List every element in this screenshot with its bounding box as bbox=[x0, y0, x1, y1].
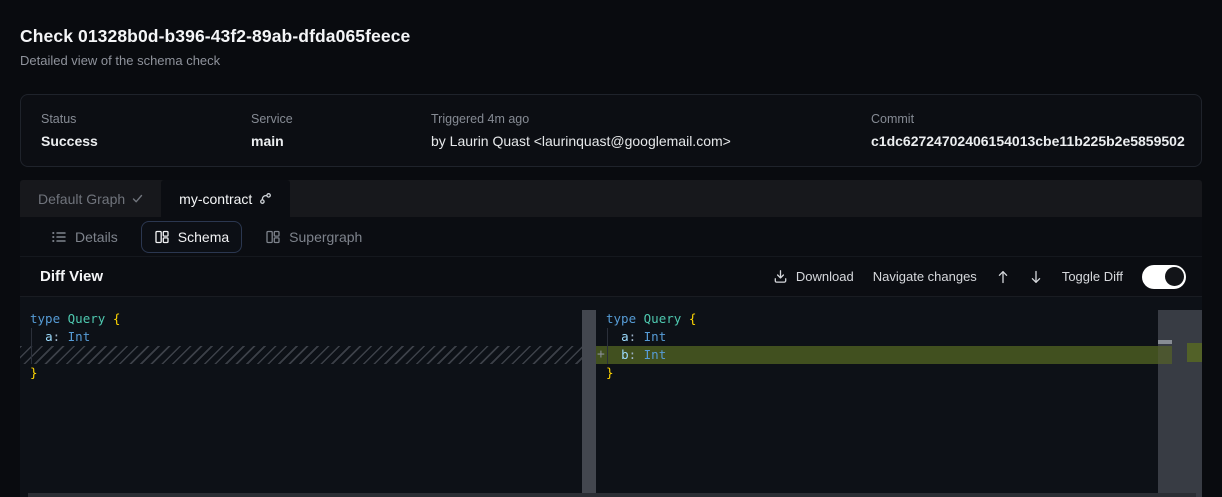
tab-my-contract-label: my-contract bbox=[179, 191, 252, 207]
check-detail-panel: Default Graph my-contract bbox=[20, 180, 1202, 497]
navigate-changes-label: Navigate changes bbox=[873, 269, 977, 284]
diff-added-plus-sign: + bbox=[597, 346, 615, 364]
subtab-supergraph-label: Supergraph bbox=[289, 229, 362, 245]
code-before: type Query { a: Int} bbox=[20, 297, 582, 382]
service-field: Service main bbox=[251, 112, 431, 149]
diff-view-header: Diff View Download Navigate changes bbox=[20, 257, 1202, 297]
diff-view-title: Diff View bbox=[40, 268, 103, 285]
added-change-overview-marker bbox=[1187, 343, 1202, 362]
code-line: } bbox=[606, 364, 1158, 382]
code-after: type Query { a: Int b: Int} bbox=[596, 297, 1158, 382]
code-line: a: Int bbox=[606, 328, 1158, 346]
columns-icon bbox=[265, 229, 281, 245]
check-icon bbox=[132, 193, 143, 204]
diff-pane-before[interactable]: type Query { a: Int} bbox=[20, 297, 582, 497]
schema-diff-editor: type Query { a: Int} + type Query { a: I… bbox=[20, 297, 1202, 497]
check-meta-card: Status Success Service main Triggered 4m… bbox=[20, 94, 1202, 167]
subtab-details[interactable]: Details bbox=[38, 221, 131, 253]
diff-toolbar: Download Navigate changes bbox=[773, 265, 1186, 289]
horizontal-scrollbar[interactable] bbox=[28, 493, 1196, 497]
page-header: Check 01328b0d-b396-43f2-89ab-dfda065fee… bbox=[0, 0, 1222, 68]
page-subtitle: Detailed view of the schema check bbox=[20, 53, 1202, 68]
service-label: Service bbox=[251, 112, 431, 126]
right-pane-scroll-area[interactable] bbox=[1158, 310, 1202, 497]
fork-icon bbox=[259, 192, 272, 205]
tab-default-graph[interactable]: Default Graph bbox=[20, 180, 161, 217]
triggered-field: Triggered 4m ago by Laurin Quast <laurin… bbox=[431, 112, 871, 149]
graph-tabstrip: Default Graph my-contract bbox=[20, 180, 1202, 217]
subtab-supergraph[interactable]: Supergraph bbox=[252, 221, 375, 253]
tab-default-graph-label: Default Graph bbox=[38, 191, 125, 207]
code-line: a: Int bbox=[30, 328, 582, 346]
status-field: Status Success bbox=[41, 112, 251, 149]
triggered-label: Triggered 4m ago bbox=[431, 112, 871, 126]
previous-change-button[interactable] bbox=[996, 269, 1010, 285]
next-change-button[interactable] bbox=[1029, 269, 1043, 285]
download-button-label: Download bbox=[796, 269, 854, 284]
download-icon bbox=[773, 269, 788, 284]
commit-value: c1dc62724702406154013cbe11b225b2e5859502 bbox=[871, 133, 1185, 149]
toggle-diff-switch[interactable] bbox=[1142, 265, 1186, 289]
subtab-schema[interactable]: Schema bbox=[141, 221, 242, 253]
columns-icon bbox=[154, 229, 170, 245]
schema-check-page: Check 01328b0d-b396-43f2-89ab-dfda065fee… bbox=[0, 0, 1222, 497]
added-line-scroll-tint bbox=[1158, 346, 1172, 364]
list-icon bbox=[51, 229, 67, 245]
subtab-schema-label: Schema bbox=[178, 229, 229, 245]
code-line: type Query { bbox=[606, 310, 1158, 328]
toggle-diff-knob bbox=[1165, 267, 1184, 286]
arrow-up-icon bbox=[996, 269, 1010, 285]
arrow-down-icon bbox=[1029, 269, 1043, 285]
view-subtabs: Details Schema Supergraph bbox=[20, 217, 1202, 257]
code-line: type Query { bbox=[30, 310, 582, 328]
triggered-value: by Laurin Quast <laurinquast@googlemail.… bbox=[431, 133, 871, 149]
service-value: main bbox=[251, 133, 431, 149]
indent-guide bbox=[31, 328, 32, 364]
status-label: Status bbox=[41, 112, 251, 126]
code-line: } bbox=[30, 364, 582, 382]
commit-field: Commit c1dc62724702406154013cbe11b225b2e… bbox=[871, 112, 1185, 149]
scrollbar-thumb[interactable] bbox=[1158, 340, 1172, 344]
diff-added-line: b: Int bbox=[596, 346, 1158, 364]
status-value: Success bbox=[41, 133, 251, 149]
diff-placeholder-row bbox=[20, 346, 582, 364]
download-button[interactable]: Download bbox=[773, 269, 854, 284]
subtab-details-label: Details bbox=[75, 229, 118, 245]
left-pane-scrollbar[interactable] bbox=[582, 310, 596, 497]
tab-my-contract[interactable]: my-contract bbox=[161, 180, 290, 217]
toggle-diff-label: Toggle Diff bbox=[1062, 269, 1123, 284]
page-title: Check 01328b0d-b396-43f2-89ab-dfda065fee… bbox=[20, 26, 1202, 47]
commit-label: Commit bbox=[871, 112, 1185, 126]
diff-pane-after[interactable]: type Query { a: Int b: Int} bbox=[596, 297, 1158, 497]
